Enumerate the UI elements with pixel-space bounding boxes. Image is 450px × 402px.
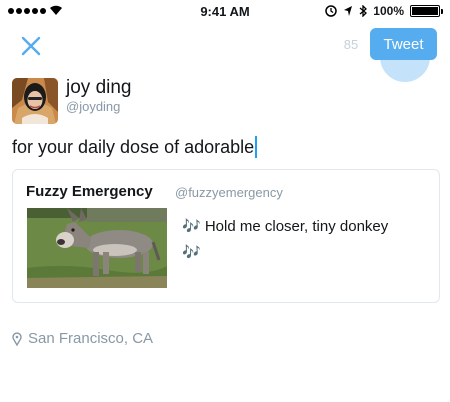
- location-pin-icon: [12, 331, 22, 346]
- character-count: 85: [343, 37, 359, 52]
- username: @joyding: [66, 99, 121, 114]
- close-button[interactable]: [18, 33, 44, 59]
- quoted-media-image: [27, 208, 167, 288]
- quoted-tweet-text: 🎶 Hold me closer, tiny donkey 🎶: [182, 214, 432, 266]
- status-right-group: 100%: [325, 4, 443, 18]
- tweet-compose-text: for your daily dose of adorable: [12, 136, 255, 157]
- quoted-tweet-card[interactable]: Fuzzy Emergency @fuzzyemergency 🎶 Hold m…: [12, 169, 440, 303]
- status-bar: 9:41 AM 100%: [0, 0, 450, 24]
- close-icon: [21, 36, 41, 56]
- location-arrow-icon: [344, 6, 353, 16]
- text-cursor: [255, 136, 258, 158]
- tweet-compose-field[interactable]: for your daily dose of adorable: [12, 136, 258, 158]
- quoted-text-line1: 🎶 Hold me closer, tiny donkey: [182, 218, 389, 235]
- battery-percent: 100%: [373, 4, 404, 18]
- location-label: San Francisco, CA: [28, 330, 154, 347]
- touch-indicator: [380, 50, 430, 82]
- alarm-icon: [325, 5, 338, 17]
- avatar: [12, 78, 58, 124]
- location-button[interactable]: San Francisco, CA: [12, 330, 153, 347]
- quoted-text-line2: 🎶: [182, 244, 201, 261]
- battery-icon: [410, 5, 443, 17]
- quoted-username: @fuzzyemergency: [175, 185, 283, 200]
- quoted-display-name: Fuzzy Emergency: [26, 183, 153, 200]
- display-name: joy ding: [66, 77, 132, 98]
- bluetooth-icon: [359, 5, 368, 17]
